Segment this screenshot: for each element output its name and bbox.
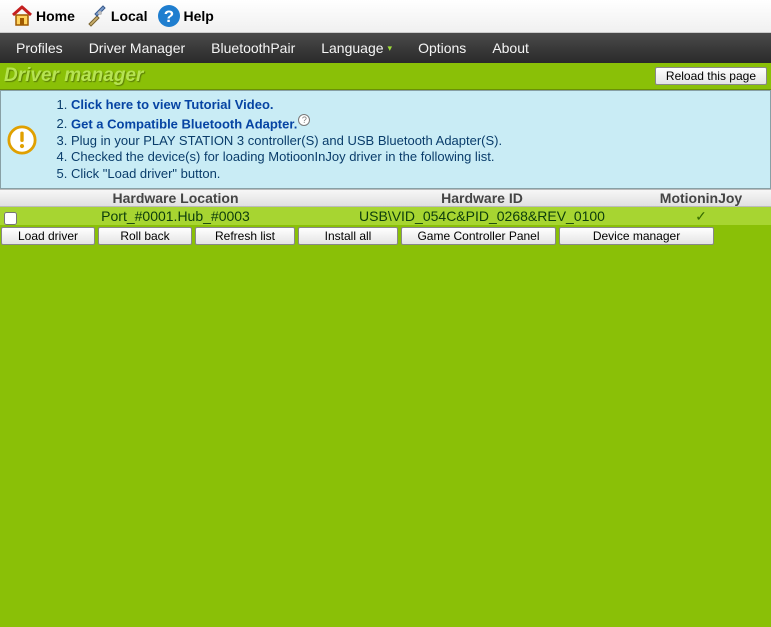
col-hwid-header: Hardware ID [333, 190, 631, 206]
step-4: Checked the device(s) for loading Motioo… [71, 149, 502, 166]
device-checkbox[interactable] [4, 212, 17, 225]
load-driver-button[interactable]: Load driver [1, 227, 95, 245]
chevron-down-icon: ▾ [388, 43, 393, 54]
install-all-button[interactable]: Install all [298, 227, 398, 245]
header-row: Driver manager Reload this page [0, 63, 771, 90]
svg-text:?: ? [164, 7, 174, 26]
refresh-list-button[interactable]: Refresh list [195, 227, 295, 245]
step-3: Plug in your PLAY STATION 3 controller(S… [71, 133, 502, 150]
menu-driver-manager[interactable]: Driver Manager [76, 34, 198, 62]
step-5: Click "Load driver" button. [71, 166, 502, 183]
device-table-header: Hardware Location Hardware ID MotioninJo… [0, 189, 771, 207]
device-location: Port_#0001.Hub_#0003 [18, 208, 333, 224]
page-title: Driver manager [0, 63, 655, 89]
device-manager-button[interactable]: Device manager [559, 227, 714, 245]
home-link[interactable]: Home [6, 2, 79, 30]
home-icon [10, 4, 34, 28]
content-area [0, 247, 771, 627]
device-motioninjoy-check: ✓ [631, 208, 771, 225]
reload-button[interactable]: Reload this page [655, 67, 767, 85]
help-link[interactable]: ? Help [153, 2, 217, 30]
instruction-list: Click here to view Tutorial Video. Get a… [47, 97, 502, 182]
col-motioninjoy-header: MotioninJoy [631, 190, 771, 206]
local-label: Local [111, 8, 148, 24]
menu-bluetooth-pair[interactable]: BluetoothPair [198, 34, 308, 62]
col-location-header: Hardware Location [18, 190, 333, 206]
warning-icon [7, 125, 37, 155]
help-label: Help [183, 8, 213, 24]
bluetooth-adapter-link[interactable]: Get a Compatible Bluetooth Adapter. [71, 116, 297, 131]
menu-profiles[interactable]: Profiles [3, 34, 76, 62]
action-button-row: Load driver Roll back Refresh list Insta… [0, 225, 771, 247]
device-hwid: USB\VID_054C&PID_0268&REV_0100 [333, 208, 631, 224]
menu-about[interactable]: About [479, 34, 542, 62]
top-toolbar: Home Local ? Help [0, 0, 771, 33]
menu-language[interactable]: Language ▾ [308, 34, 405, 62]
roll-back-button[interactable]: Roll back [98, 227, 192, 245]
help-icon: ? [157, 4, 181, 28]
local-link[interactable]: Local [81, 2, 152, 30]
device-row: Port_#0001.Hub_#0003 USB\VID_054C&PID_02… [0, 207, 771, 225]
col-check-header [0, 190, 18, 206]
menubar: Profiles Driver Manager BluetoothPair La… [0, 33, 771, 63]
menu-language-label: Language [321, 40, 383, 56]
instruction-panel: Click here to view Tutorial Video. Get a… [0, 90, 771, 189]
home-label: Home [36, 8, 75, 24]
tools-icon [85, 4, 109, 28]
question-icon[interactable]: ? [298, 114, 310, 126]
game-controller-panel-button[interactable]: Game Controller Panel [401, 227, 556, 245]
tutorial-video-link[interactable]: Click here to view Tutorial Video. [71, 97, 274, 112]
menu-options[interactable]: Options [405, 34, 479, 62]
